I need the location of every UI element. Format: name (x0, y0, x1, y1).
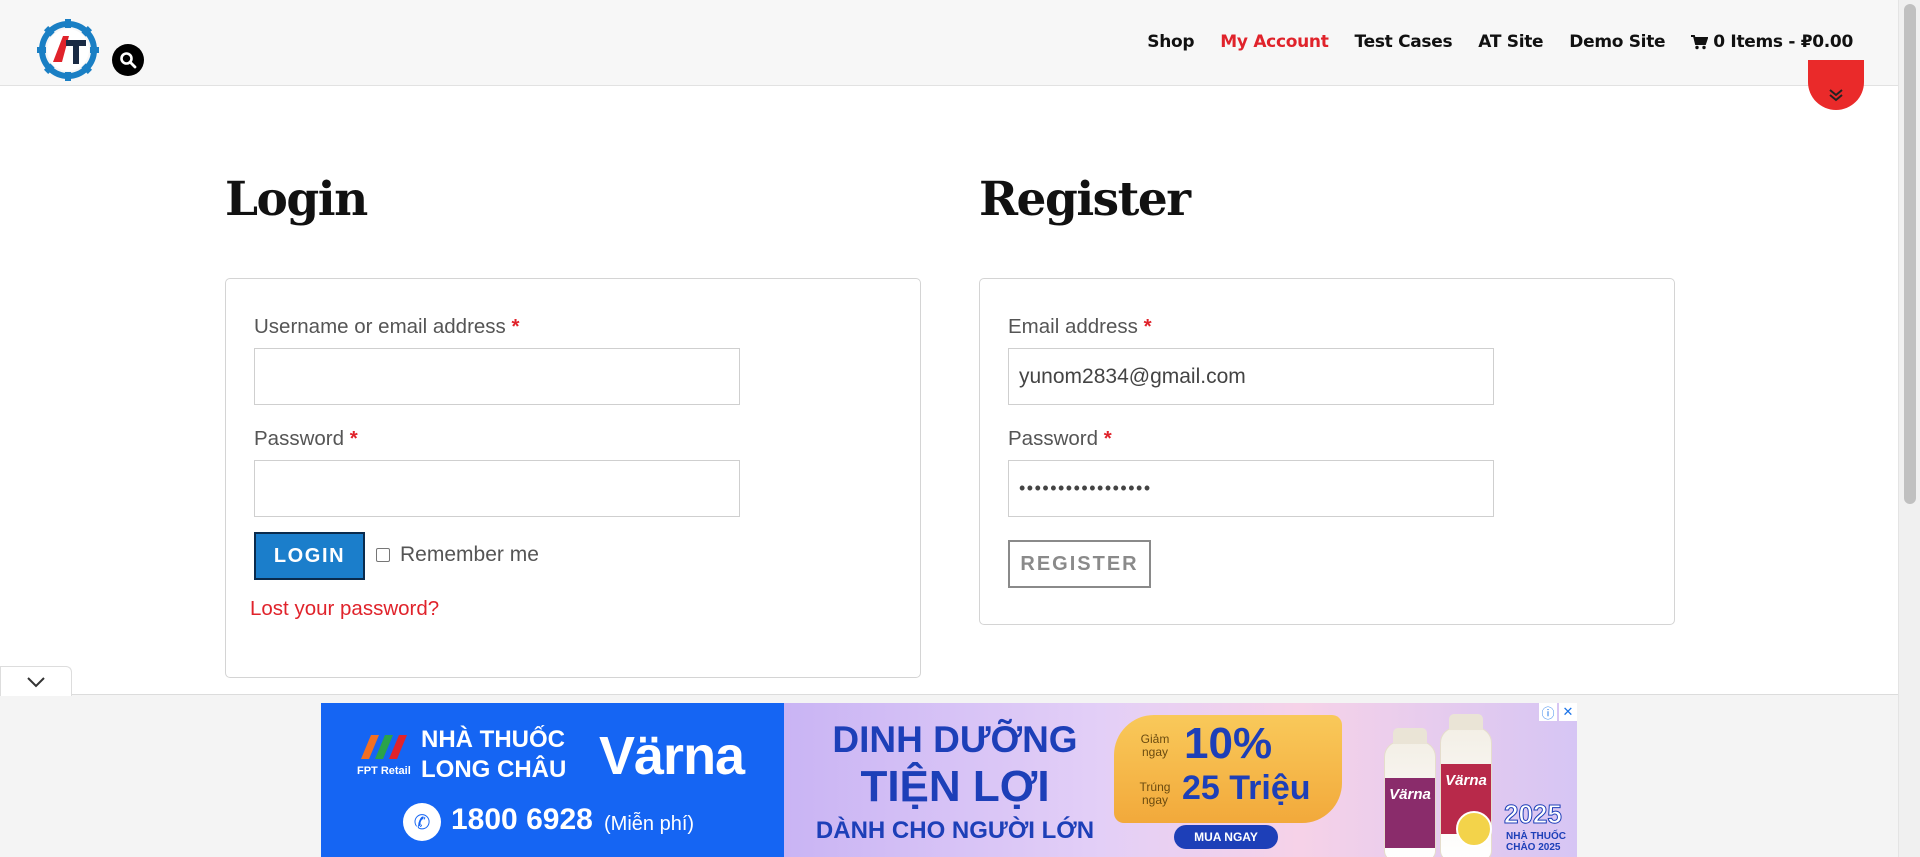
nav-my-account[interactable]: My Account (1220, 32, 1329, 52)
nav-at-site[interactable]: AT Site (1478, 32, 1543, 52)
ad-buy-button[interactable]: MUA NGAY (1174, 825, 1278, 849)
ad-info-icon[interactable]: ⓘ (1539, 703, 1557, 721)
login-password-input[interactable] (254, 460, 740, 517)
sweden-seal (1456, 811, 1492, 847)
ad-promo: Giảm ngay 10% Trúng ngay 25 Triệu (1114, 715, 1342, 823)
ad-collapse-button[interactable] (0, 666, 72, 696)
register-button[interactable]: REGISTER (1008, 540, 1151, 588)
email-input[interactable]: yunom2834@gmail.com (1008, 348, 1494, 405)
required-mark: * (511, 315, 520, 338)
ad-phone: 1800 6928 (451, 803, 593, 836)
page-scrollbar[interactable] (1898, 0, 1920, 857)
phone-icon: ✆ (403, 803, 441, 841)
remember-me-label: Remember me (400, 543, 539, 566)
nav-shop[interactable]: Shop (1147, 32, 1194, 52)
required-mark: * (1103, 427, 1112, 450)
double-chevron-down-icon (1829, 89, 1843, 102)
ad-brand: Värna (599, 726, 745, 786)
nav-demo-site[interactable]: Demo Site (1569, 32, 1665, 52)
username-input[interactable] (254, 348, 740, 405)
ad-year-caption: NHÀ THUỐC CHÀO 2025 (1506, 831, 1566, 853)
nav-test-cases[interactable]: Test Cases (1355, 32, 1453, 52)
ad-year: 2025 (1504, 799, 1563, 830)
pharmacy-name: NHÀ THUỐC LONG CHÂU (421, 726, 567, 783)
ad-close-icon[interactable]: ✕ (1559, 703, 1577, 721)
remember-me: Remember me (376, 543, 539, 567)
main-nav: Shop My Account Test Cases AT Site Demo … (1147, 32, 1853, 52)
fpt-logo (361, 735, 407, 759)
login-button[interactable]: LOGIN (254, 532, 365, 580)
fpt-retail-label: FPT Retail (357, 765, 411, 777)
chevron-down-icon (27, 676, 45, 687)
remember-me-checkbox[interactable] (376, 548, 390, 562)
register-password-label: Password * (1008, 427, 1112, 450)
ad-left-panel: FPT Retail NHÀ THUỐC LONG CHÂU Värna ✆ 1… (321, 703, 784, 857)
search-button[interactable] (112, 44, 144, 76)
lost-password-link[interactable]: Lost your password? (250, 597, 439, 621)
advertisement-banner[interactable]: FPT Retail NHÀ THUỐC LONG CHÂU Värna ✆ 1… (321, 703, 1577, 857)
site-header: Shop My Account Test Cases AT Site Demo … (0, 0, 1898, 86)
scroll-down-button[interactable] (1808, 60, 1864, 110)
nav-cart[interactable]: 0 Items - ₽0.00 (1691, 32, 1853, 52)
cart-icon (1691, 34, 1709, 49)
login-title: Login (225, 172, 368, 227)
product-bottle: Värna (1384, 728, 1436, 857)
required-mark: * (349, 427, 358, 450)
ad-right-panel: DINH DƯỠNG TIỆN LỢI DÀNH CHO NGƯỜI LỚN G… (784, 703, 1577, 857)
site-logo[interactable] (36, 18, 100, 82)
scrollbar-thumb[interactable] (1904, 4, 1916, 504)
search-icon (120, 52, 137, 69)
login-password-label: Password * (254, 427, 358, 450)
required-mark: * (1143, 315, 1152, 338)
cart-summary: 0 Items - ₽0.00 (1713, 32, 1853, 52)
email-label: Email address * (1008, 315, 1152, 338)
ad-headline: DINH DƯỠNG TIỆN LỢI DÀNH CHO NGƯỜI LỚN (815, 719, 1095, 844)
username-label: Username or email address * (254, 315, 520, 338)
register-password-input[interactable]: ••••••••••••••••• (1008, 460, 1494, 517)
ad-phone-note: (Miễn phí) (604, 813, 695, 835)
ad-controls: ⓘ ✕ (1539, 703, 1577, 721)
register-title: Register (979, 172, 1191, 227)
